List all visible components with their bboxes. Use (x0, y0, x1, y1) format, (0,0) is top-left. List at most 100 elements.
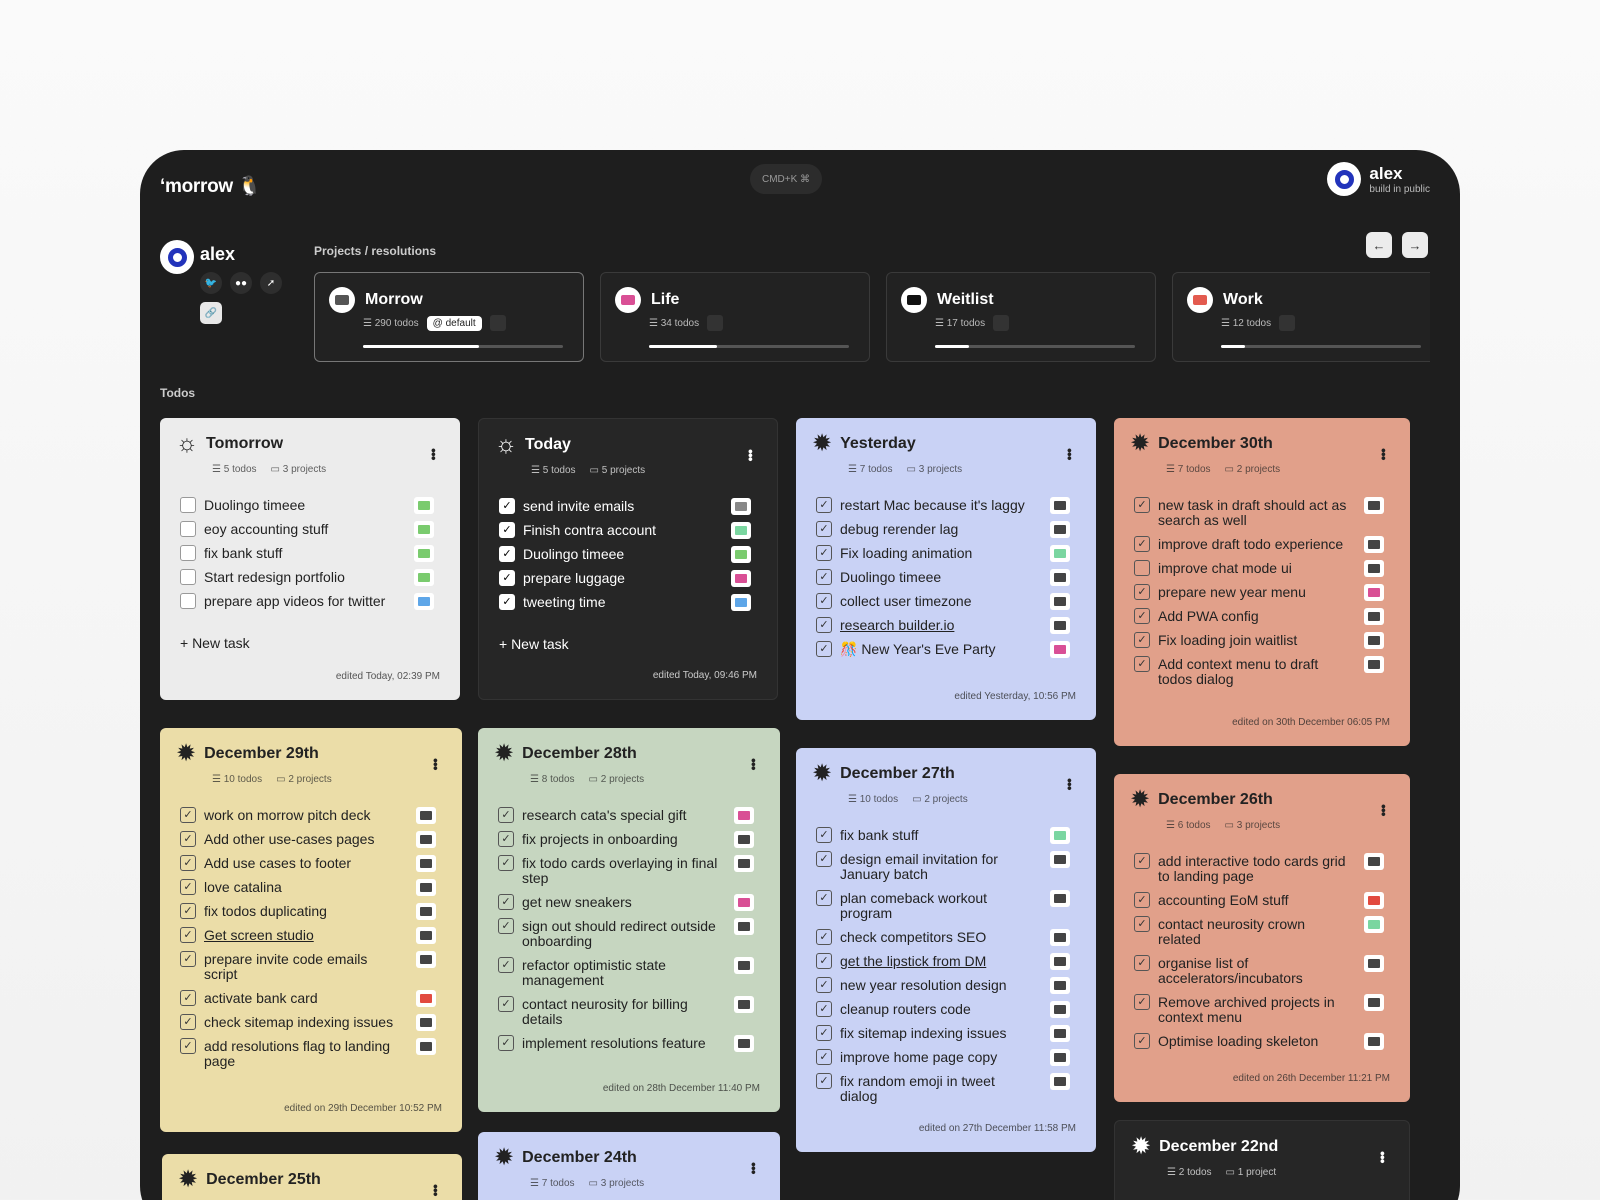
todo-item[interactable]: ✓ tweeting time (499, 594, 757, 611)
todo-item[interactable]: eoy accounting stuff (180, 521, 440, 538)
checkbox[interactable]: ✓ (1134, 1033, 1150, 1049)
todo-item[interactable]: ✓ get the lipstick from DM (816, 953, 1076, 970)
todo-item[interactable]: prepare app videos for twitter (180, 593, 440, 610)
todo-card-dec29[interactable]: ✹ December 29th ••• ☰ 10 todos ▭ 2 project… (160, 728, 462, 1132)
todo-item[interactable]: ✓ contact neurosity crown related (1134, 916, 1390, 947)
checkbox[interactable]: ✓ (180, 855, 196, 871)
checkbox[interactable]: ✓ (498, 957, 514, 973)
more-options-icon[interactable]: ••• (428, 1184, 444, 1196)
checkbox[interactable]: ✓ (816, 569, 832, 585)
folder-icon[interactable] (1050, 545, 1070, 562)
folder-icon[interactable] (731, 594, 751, 611)
checkbox[interactable]: ✓ (816, 827, 832, 843)
todo-item[interactable]: ✓ plan comeback workout program (816, 890, 1076, 921)
checkbox[interactable]: ✓ (498, 918, 514, 934)
folder-icon[interactable] (1050, 569, 1070, 586)
todo-card-dec28[interactable]: ✹ December 28th ••• ☰ 8 todos ▭ 2 projects… (478, 728, 780, 1112)
checkbox[interactable]: ✓ (816, 593, 832, 609)
todo-card-dec26[interactable]: ✹ December 26th ••• ☰ 6 todos ▭ 3 projects… (1114, 774, 1410, 1102)
folder-icon[interactable] (416, 903, 436, 920)
checkbox[interactable]: ✓ (816, 545, 832, 561)
checkbox[interactable]: ✓ (499, 546, 515, 562)
checkbox[interactable]: ✓ (180, 1038, 196, 1054)
folder-icon[interactable] (731, 522, 751, 539)
todo-item[interactable]: ✓ love catalina (180, 879, 442, 896)
todo-item[interactable]: ✓ research cata's special gift (498, 807, 760, 824)
todo-item[interactable]: ✓ Duolingo timeee (816, 569, 1076, 586)
todo-item[interactable]: ✓ prepare invite code emails script (180, 951, 442, 982)
folder-icon[interactable] (731, 570, 751, 587)
folder-icon[interactable] (416, 855, 436, 872)
checkbox[interactable]: ✓ (1134, 584, 1150, 600)
checkbox[interactable]: ✓ (180, 990, 196, 1006)
checkbox[interactable]: ✓ (498, 996, 514, 1012)
checkbox[interactable]: ✓ (180, 807, 196, 823)
todo-card-tomorrow[interactable]: ☼ Tomorrow ••• ☰ 5 todos ▭ 3 projects Duol… (160, 418, 460, 700)
checkbox[interactable]: ✓ (498, 807, 514, 823)
folder-icon[interactable] (1050, 1073, 1070, 1090)
folder-icon[interactable] (734, 831, 754, 848)
folder-icon[interactable] (1364, 584, 1384, 601)
todo-item[interactable]: ✓ Add PWA config (1134, 608, 1390, 625)
folder-icon[interactable] (1050, 851, 1070, 868)
todo-item[interactable]: ✓ fix todos duplicating (180, 903, 442, 920)
todo-item[interactable]: ✓ Finish contra account (499, 522, 757, 539)
todo-item[interactable]: ✓ Duolingo timeee (499, 546, 757, 563)
checkbox[interactable]: ✓ (816, 1073, 832, 1089)
share-icon[interactable] (1279, 315, 1296, 331)
todo-item[interactable]: fix bank stuff (180, 545, 440, 562)
checkbox[interactable]: ✓ (499, 522, 515, 538)
todo-item[interactable]: ✓ prepare new year menu (1134, 584, 1390, 601)
folder-icon[interactable] (1364, 892, 1384, 909)
folder-icon[interactable] (1050, 1025, 1070, 1042)
todo-item[interactable]: ✓ fix todo cards overlaying in final ste… (498, 855, 760, 886)
folder-icon[interactable] (414, 497, 434, 514)
folder-icon[interactable] (1050, 1049, 1070, 1066)
checkbox[interactable]: ✓ (816, 851, 832, 867)
checkbox[interactable]: ✓ (1134, 892, 1150, 908)
todo-item[interactable]: ✓ check sitemap indexing issues (180, 1014, 442, 1031)
new-task-button[interactable]: + New task (180, 635, 250, 651)
folder-icon[interactable] (1364, 1033, 1384, 1050)
folder-icon[interactable] (414, 569, 434, 586)
todo-item[interactable]: ✓ send invite emails (499, 498, 757, 515)
more-options-icon[interactable]: ••• (428, 758, 444, 770)
folder-icon[interactable] (416, 879, 436, 896)
more-options-icon[interactable]: ••• (1376, 448, 1392, 460)
checkbox[interactable]: ✓ (816, 977, 832, 993)
todo-item[interactable]: Duolingo timeee (180, 497, 440, 514)
checkbox[interactable]: ✓ (1134, 497, 1150, 513)
command-palette-button[interactable]: CMD+K ⌘ (750, 164, 822, 194)
todo-item[interactable]: ✓ refactor optimistic state management (498, 957, 760, 988)
todo-item[interactable]: ✓ improve draft todo experience (1134, 536, 1390, 553)
folder-icon[interactable] (1050, 617, 1070, 634)
folder-icon[interactable] (734, 855, 754, 872)
checkbox[interactable]: ✓ (1134, 656, 1150, 672)
folder-icon[interactable] (1050, 593, 1070, 610)
app-logo[interactable]: ‘morrow 🐧 (160, 174, 262, 198)
checkbox[interactable]: ✓ (816, 521, 832, 537)
more-options-icon[interactable]: ••• (1062, 448, 1078, 460)
arrow-left-icon[interactable]: ← (1366, 232, 1392, 258)
todo-item[interactable]: improve chat mode ui (1134, 560, 1390, 577)
checkbox[interactable]: ✓ (1134, 994, 1150, 1010)
folder-icon[interactable] (1050, 890, 1070, 907)
folder-icon[interactable] (1050, 497, 1070, 514)
todo-item[interactable]: ✓ improve home page copy (816, 1049, 1076, 1066)
project-card-life[interactable]: Life ☰ 34 todos (600, 272, 870, 362)
folder-icon[interactable] (731, 498, 751, 515)
todo-item[interactable]: ✓ add resolutions flag to landing page (180, 1038, 442, 1069)
todo-item[interactable]: ✓ new year resolution design (816, 977, 1076, 994)
todo-item[interactable]: ✓ accounting EoM stuff (1134, 892, 1390, 909)
checkbox[interactable]: ✓ (499, 570, 515, 586)
todo-item[interactable]: ✓ check competitors SEO (816, 929, 1076, 946)
todo-item[interactable]: ✓ get new sneakers (498, 894, 760, 911)
share-icon[interactable] (707, 315, 724, 331)
checkbox[interactable]: ✓ (498, 855, 514, 871)
user-menu[interactable]: alex build in public (1327, 162, 1430, 196)
checkbox[interactable]: ✓ (816, 617, 832, 633)
folder-icon[interactable] (1364, 497, 1384, 514)
todo-item[interactable]: ✓ prepare luggage (499, 570, 757, 587)
todo-item[interactable]: ✓ research builder.io (816, 617, 1076, 634)
folder-icon[interactable] (1050, 929, 1070, 946)
